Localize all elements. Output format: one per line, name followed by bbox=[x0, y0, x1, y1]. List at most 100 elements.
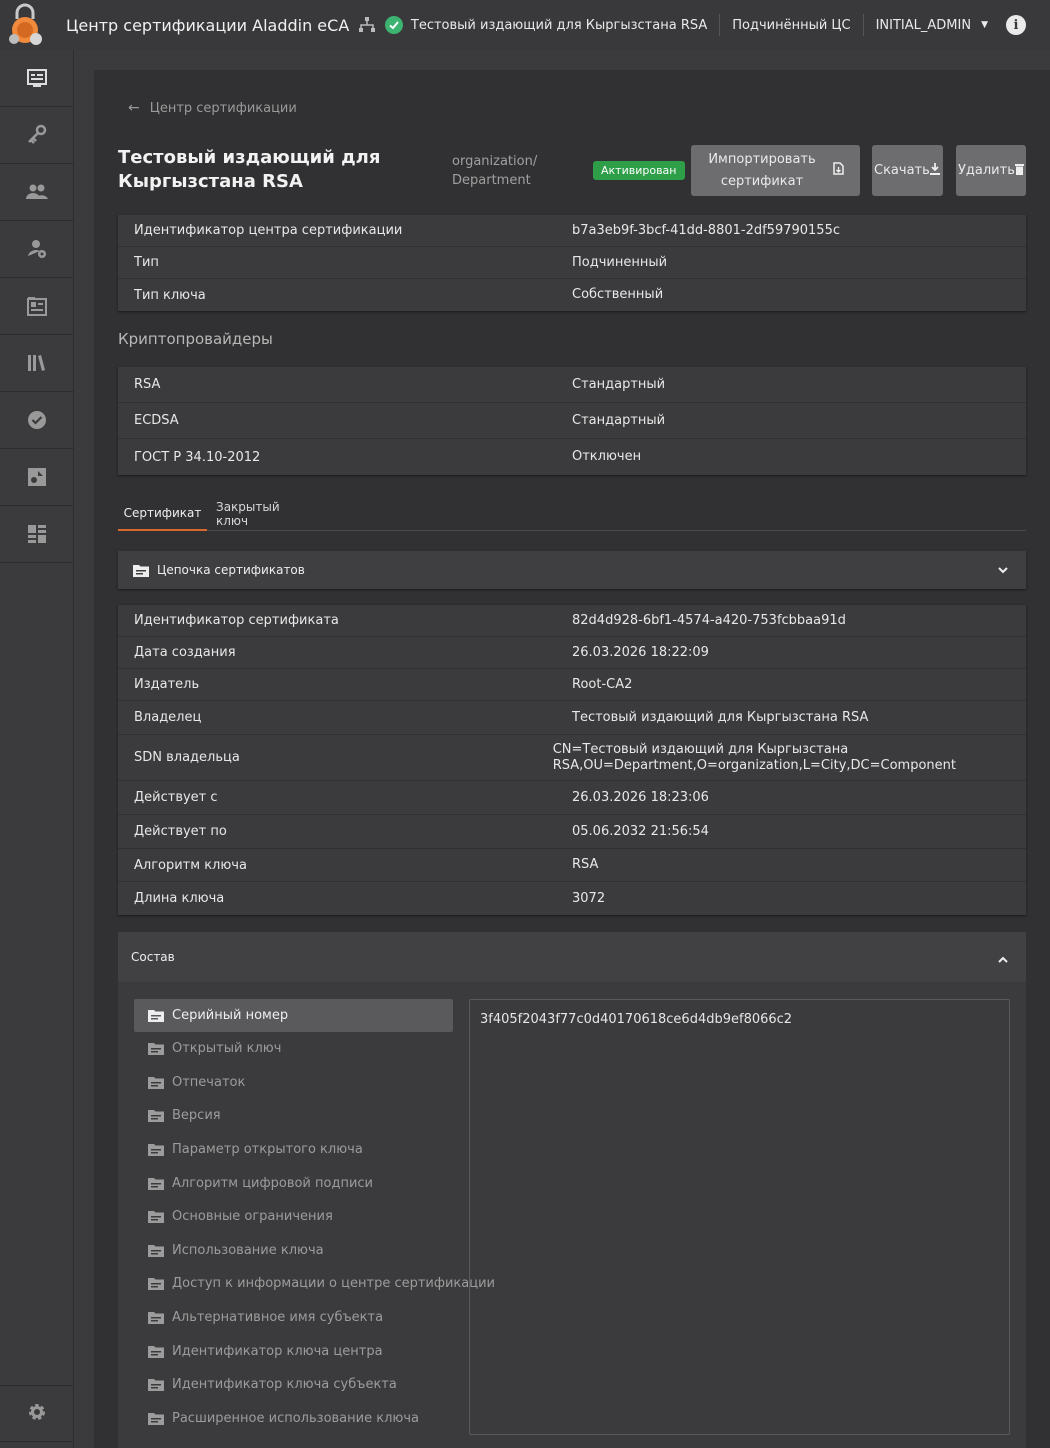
composition-item[interactable]: Версия bbox=[134, 1099, 453, 1133]
composition-item[interactable]: Параметр открытого ключа bbox=[134, 1133, 453, 1167]
composition-item[interactable]: Отпечаток bbox=[134, 1066, 453, 1100]
users-icon bbox=[26, 184, 48, 200]
row-value: RSA bbox=[572, 857, 599, 872]
logo[interactable] bbox=[0, 0, 50, 50]
sidebar-item-settings[interactable] bbox=[0, 1385, 74, 1442]
sidebar-item-verified[interactable] bbox=[0, 392, 74, 449]
row-key: Тип ключа bbox=[134, 287, 206, 303]
sidebar-item-certificates[interactable] bbox=[0, 278, 74, 335]
composition-item[interactable]: Открытый ключ bbox=[134, 1032, 453, 1066]
certificate-chain-label: Цепочка сертификатов bbox=[157, 563, 305, 577]
sidebar-item-templates[interactable] bbox=[0, 449, 74, 506]
composition-item[interactable]: Алгоритм цифровой подписи bbox=[134, 1166, 453, 1200]
row-key: Алгоритм ключа bbox=[134, 857, 247, 873]
verified-icon bbox=[27, 410, 47, 430]
composition-item[interactable]: Использование ключа bbox=[134, 1234, 453, 1268]
composition-item-label: Идентификатор ключа центра bbox=[172, 1343, 383, 1359]
row-value: Подчиненный bbox=[572, 254, 668, 270]
table-row: Тип Подчиненный bbox=[118, 247, 1026, 279]
row-value: 05.06.2032 21:56:54 bbox=[572, 823, 709, 839]
composition-panel: Состав Серийный номер Открытый ключ Отпеча… bbox=[118, 932, 1026, 1448]
row-key: Дата создания bbox=[134, 645, 236, 660]
table-row: Тип ключа Собственный bbox=[118, 279, 1026, 311]
composition-item-label: Идентификатор ключа субъекта bbox=[172, 1377, 397, 1393]
download-label: Скачать bbox=[874, 163, 930, 178]
row-key: ECDSA bbox=[134, 413, 179, 428]
sidebar-item-keys[interactable] bbox=[0, 107, 74, 164]
row-key: RSA bbox=[134, 377, 161, 392]
certificate-folder-icon bbox=[27, 296, 47, 316]
folder-icon bbox=[148, 1109, 164, 1123]
table-row: RSA Стандартный bbox=[118, 367, 1026, 403]
info-icon[interactable]: i bbox=[1006, 15, 1026, 35]
composition-item[interactable]: Доступ к информации о центре сертификаци… bbox=[134, 1267, 495, 1301]
chevron-up-icon bbox=[998, 952, 1008, 966]
table-row: Дата создания 26.03.2026 18:22:09 bbox=[118, 637, 1026, 669]
status-ok-icon bbox=[384, 16, 403, 34]
user-name: INITIAL_ADMIN bbox=[875, 17, 972, 33]
row-value: Тестовый издающий для Кыргызстана RSA bbox=[572, 709, 869, 725]
download-button[interactable]: Скачать bbox=[872, 145, 943, 196]
table-row: Длина ключа 3072 bbox=[118, 882, 1026, 915]
sidebar-item-library[interactable] bbox=[0, 335, 74, 392]
certificate-chain-accordion[interactable]: Цепочка сертификатов bbox=[118, 551, 1026, 589]
folder-icon bbox=[148, 1412, 164, 1425]
sidebar-item-user-settings[interactable] bbox=[0, 221, 74, 278]
hierarchy-icon[interactable] bbox=[357, 15, 377, 35]
delete-label: Удалить bbox=[958, 163, 1015, 178]
import-certificate-button[interactable]: Импортировать сертификат bbox=[691, 145, 860, 196]
row-value: Стандартный bbox=[572, 412, 666, 428]
composition-item-label: Отпечаток bbox=[172, 1074, 246, 1090]
folder-icon bbox=[148, 1210, 164, 1224]
folder-icon bbox=[148, 1177, 164, 1190]
folder-icon bbox=[148, 1009, 164, 1022]
table-row: SDN владельца CN=Тестовый издающий для К… bbox=[118, 735, 1026, 781]
table-row: Действует по 05.06.2032 21:56:54 bbox=[118, 815, 1026, 849]
sidebar-item-dashboard[interactable] bbox=[0, 50, 74, 107]
current-ca-name[interactable]: Тестовый издающий для Кыргызстана RSA bbox=[411, 18, 707, 33]
settings-icon bbox=[27, 1402, 47, 1426]
tab-private-key[interactable]: Закрытый ключ bbox=[216, 496, 310, 531]
composition-item[interactable]: Серийный номер bbox=[134, 999, 453, 1032]
table-row: Идентификатор центра сертификации b7a3eb… bbox=[118, 215, 1026, 247]
composition-item-label: Расширенное использование ключа bbox=[172, 1410, 419, 1426]
providers-table: RSA Стандартный ECDSA Стандартный ГОСТ Р… bbox=[118, 367, 1026, 475]
row-key: Идентификатор сертификата bbox=[134, 613, 339, 628]
field-value-box[interactable]: 3f405f2043f77c0d40170618ce6d4db9ef8066c2 bbox=[469, 999, 1010, 1435]
composition-item-label: Основные ограничения bbox=[172, 1209, 333, 1225]
divider bbox=[719, 14, 721, 36]
row-value: b7a3eb9f-3bcf-41dd-8801-2df59790155c bbox=[572, 222, 840, 238]
composition-item-label: Альтернативное имя субъекта bbox=[172, 1310, 384, 1326]
row-value: Root-CA2 bbox=[572, 676, 633, 692]
main-panel: ← Центр сертификации Тестовый издающий д… bbox=[94, 70, 1050, 1448]
dashboard-icon bbox=[27, 69, 47, 87]
import-certificate-label: Импортировать сертификат bbox=[708, 151, 816, 189]
composition-header[interactable]: Состав bbox=[118, 932, 1026, 982]
tab-certificate[interactable]: Сертификат bbox=[118, 496, 207, 531]
composition-item[interactable]: Альтернативное имя субъекта bbox=[134, 1301, 453, 1335]
sidebar-item-users[interactable] bbox=[0, 164, 74, 221]
folder-icon bbox=[148, 1076, 164, 1089]
composition-item[interactable]: Идентификатор ключа субъекта bbox=[134, 1368, 453, 1402]
composition-item-label: Версия bbox=[172, 1108, 221, 1124]
composition-item[interactable]: Идентификатор ключа центра bbox=[134, 1334, 453, 1368]
breadcrumb[interactable]: ← Центр сертификации bbox=[128, 100, 297, 116]
delete-button[interactable]: Удалить bbox=[956, 145, 1026, 196]
row-key: Действует по bbox=[134, 824, 227, 839]
row-value: CN=Тестовый издающий для Кыргызстана RSA… bbox=[552, 741, 956, 773]
row-key: Тип bbox=[134, 255, 159, 270]
row-value: Отключен bbox=[572, 449, 642, 464]
composition-item-label: Использование ключа bbox=[172, 1242, 324, 1258]
composition-item[interactable]: Расширенное использование ключа bbox=[134, 1402, 453, 1436]
tab-bar: Сертификат Закрытый ключ bbox=[118, 496, 1026, 531]
header-right: Тестовый издающий для Кыргызстана RSA По… bbox=[357, 0, 1050, 50]
divider bbox=[862, 14, 864, 36]
sidebar-item-grid[interactable] bbox=[0, 506, 74, 563]
composition-item[interactable]: Основные ограничения bbox=[134, 1200, 453, 1234]
row-key: Владелец bbox=[134, 710, 202, 725]
status-badge: Активирован bbox=[593, 161, 685, 180]
user-menu[interactable]: INITIAL_ADMIN ▼ bbox=[876, 18, 988, 33]
composition-item-label: Открытый ключ bbox=[172, 1041, 282, 1057]
keys-icon bbox=[26, 124, 48, 146]
arrow-left-icon: ← bbox=[128, 100, 140, 116]
